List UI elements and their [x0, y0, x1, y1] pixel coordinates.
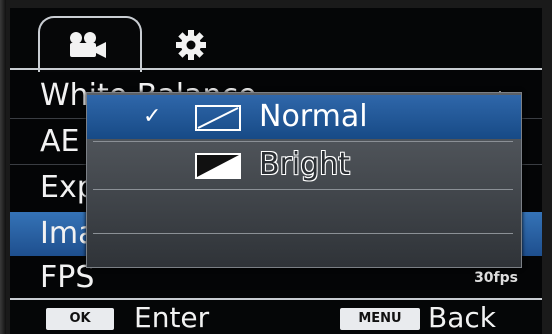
normal-contrast-icon: [195, 105, 241, 135]
menu-item-label: AE: [40, 124, 80, 159]
popup-option-normal[interactable]: ✓ Normal: [87, 95, 521, 139]
ok-key[interactable]: OK: [46, 308, 114, 330]
popup-option-label: Normal: [259, 99, 368, 134]
tab-bar: [10, 8, 542, 72]
tab-underline: [10, 68, 542, 70]
bright-contrast-icon: [195, 153, 241, 183]
video-camera-icon: [66, 30, 110, 60]
photo-frame: White Balance AE Exposure Image: [0, 0, 552, 334]
popup-option-bright[interactable]: Bright: [87, 143, 521, 187]
frame-edge: [0, 0, 6, 334]
popup-option-label: Bright: [259, 147, 351, 182]
enter-label: Enter: [134, 301, 210, 334]
image-options-popup: ✓ Normal Bright: [86, 92, 522, 268]
gear-icon[interactable]: [174, 28, 208, 62]
bottom-hint-bar: OK Enter MENU Back: [10, 298, 542, 334]
back-label: Back: [428, 301, 496, 334]
check-icon: ✓: [143, 104, 162, 129]
menu-key[interactable]: MENU: [340, 308, 420, 330]
camera-screen: White Balance AE Exposure Image: [10, 8, 542, 334]
